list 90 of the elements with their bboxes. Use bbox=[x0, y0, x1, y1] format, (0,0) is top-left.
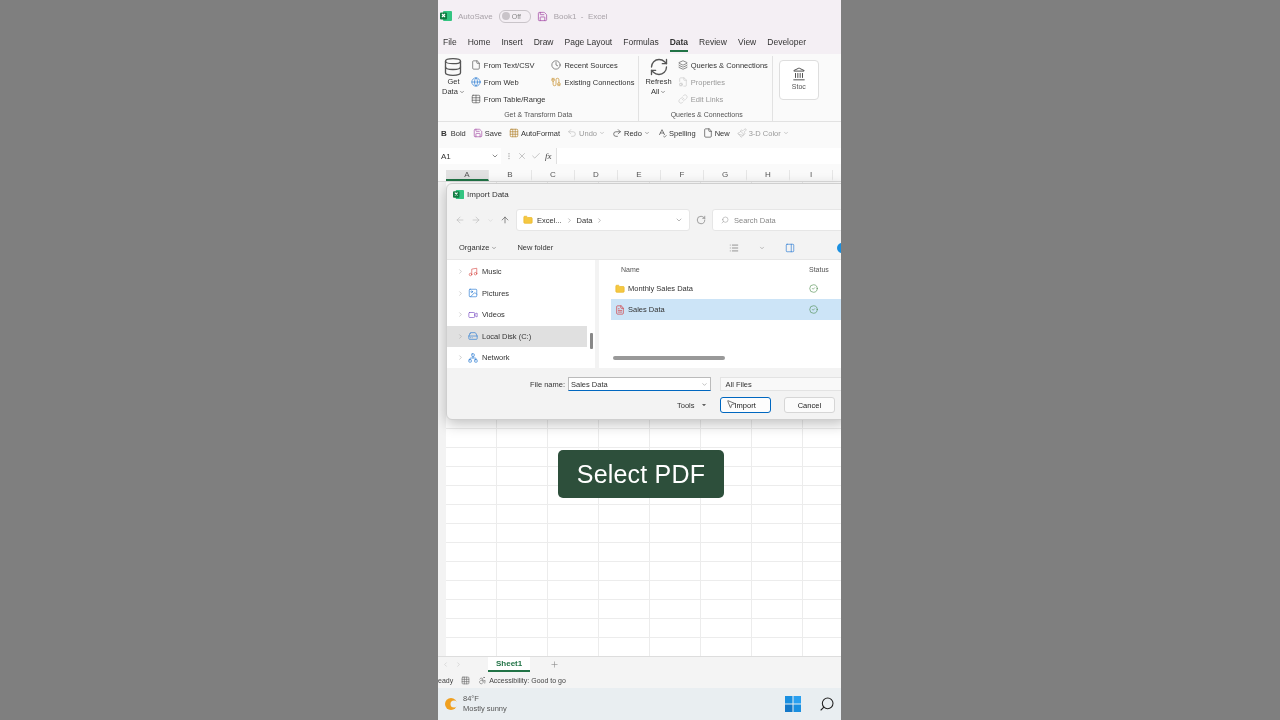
refresh-icon bbox=[648, 57, 669, 77]
caret-icon bbox=[491, 152, 499, 160]
ribbon-tab[interactable]: View bbox=[738, 34, 757, 52]
cursor-icon bbox=[726, 399, 736, 409]
excel-logo-icon bbox=[453, 188, 464, 200]
sheet-tab[interactable]: Sheet1 bbox=[488, 657, 531, 672]
search-icon bbox=[721, 216, 729, 224]
bank-icon bbox=[791, 67, 806, 81]
column-header[interactable]: A bbox=[446, 170, 489, 181]
enter-icon bbox=[531, 151, 541, 161]
search-icon bbox=[819, 696, 835, 712]
music-icon bbox=[468, 266, 478, 277]
ribbon-tab[interactable]: Page Layout bbox=[564, 34, 613, 52]
view-icon bbox=[729, 242, 739, 253]
bold-glyph: B bbox=[441, 128, 447, 138]
column-header[interactable]: I bbox=[790, 170, 833, 181]
caret-icon bbox=[675, 216, 683, 224]
properties-icon bbox=[677, 77, 688, 87]
new-file-icon bbox=[702, 128, 713, 138]
save-icon bbox=[472, 128, 483, 138]
expand-icon bbox=[457, 332, 464, 340]
caret-icon bbox=[458, 89, 465, 95]
formula-input[interactable] bbox=[555, 148, 841, 164]
document-title: Book1 - Excel bbox=[553, 11, 608, 21]
caret-icon bbox=[700, 402, 707, 408]
cancel-icon bbox=[517, 151, 527, 161]
ribbon-tab[interactable]: Formulas bbox=[623, 34, 659, 52]
chevron-icon bbox=[565, 216, 573, 224]
ribbon-tab[interactable]: Data bbox=[669, 34, 689, 52]
redo-icon bbox=[612, 128, 623, 138]
ribbon-tab[interactable]: Review bbox=[699, 34, 727, 52]
forward-icon bbox=[471, 215, 481, 225]
preview-pane-icon bbox=[785, 242, 795, 253]
paintbrush-icon bbox=[736, 128, 747, 138]
table-icon bbox=[470, 94, 481, 104]
queries-icon bbox=[677, 60, 688, 70]
globe-icon bbox=[470, 77, 481, 87]
refresh-icon bbox=[696, 215, 706, 225]
caret-icon bbox=[660, 89, 667, 95]
ribbon-tab[interactable]: Home bbox=[467, 34, 491, 52]
column-header[interactable]: D bbox=[575, 170, 618, 181]
spelling-icon bbox=[656, 128, 667, 138]
synced-icon bbox=[809, 305, 818, 314]
connection-icon bbox=[551, 77, 562, 87]
column-header[interactable]: B bbox=[489, 170, 532, 181]
file-icon bbox=[470, 60, 481, 70]
autosave-label: AutoSave bbox=[458, 11, 493, 21]
caret-icon bbox=[701, 380, 709, 388]
function-label[interactable]: fx bbox=[545, 151, 552, 161]
expand-icon bbox=[457, 311, 464, 319]
column-header[interactable]: H bbox=[747, 170, 790, 181]
table-format-icon bbox=[508, 128, 519, 138]
pdf-file-icon bbox=[615, 304, 625, 315]
more-icon bbox=[505, 152, 513, 160]
chevron-icon bbox=[596, 216, 604, 224]
ribbon-tab[interactable]: File bbox=[443, 34, 457, 52]
start-icon[interactable] bbox=[785, 696, 801, 712]
column-header[interactable]: E bbox=[618, 170, 661, 181]
folder-icon bbox=[523, 215, 533, 225]
database-icon bbox=[443, 57, 464, 77]
add-sheet-icon bbox=[550, 660, 560, 669]
expand-icon bbox=[457, 354, 464, 362]
accessibility-icon bbox=[478, 675, 488, 685]
scroll-thumb[interactable] bbox=[590, 333, 593, 349]
undo-icon bbox=[567, 128, 578, 138]
caption-banner: Select PDF bbox=[558, 450, 724, 498]
save-icon bbox=[536, 10, 548, 22]
expand-icon bbox=[457, 268, 464, 276]
ribbon-tab[interactable]: Draw bbox=[533, 34, 554, 52]
column-header[interactable]: C bbox=[532, 170, 575, 181]
column-header[interactable]: F bbox=[661, 170, 704, 181]
name-box[interactable]: A1 bbox=[439, 148, 501, 164]
ribbon-tab[interactable]: Developer bbox=[767, 34, 806, 52]
back-icon bbox=[455, 215, 465, 225]
video-icon bbox=[468, 309, 478, 320]
folder-icon bbox=[615, 283, 625, 294]
up-icon bbox=[500, 215, 510, 225]
column-header[interactable]: G bbox=[704, 170, 747, 181]
dialog-title: Import Data bbox=[467, 189, 509, 199]
caret-icon bbox=[759, 244, 765, 251]
network-icon bbox=[468, 352, 478, 363]
clock-icon bbox=[551, 60, 562, 70]
synced-icon bbox=[809, 284, 818, 293]
expand-icon bbox=[457, 289, 464, 297]
weather-icon[interactable] bbox=[444, 697, 458, 711]
excel-logo-icon bbox=[440, 10, 452, 22]
scroll-thumb[interactable] bbox=[613, 356, 725, 360]
link-icon bbox=[677, 94, 688, 104]
ribbon-tab[interactable]: Insert bbox=[501, 34, 523, 52]
pictures-icon bbox=[468, 288, 478, 299]
